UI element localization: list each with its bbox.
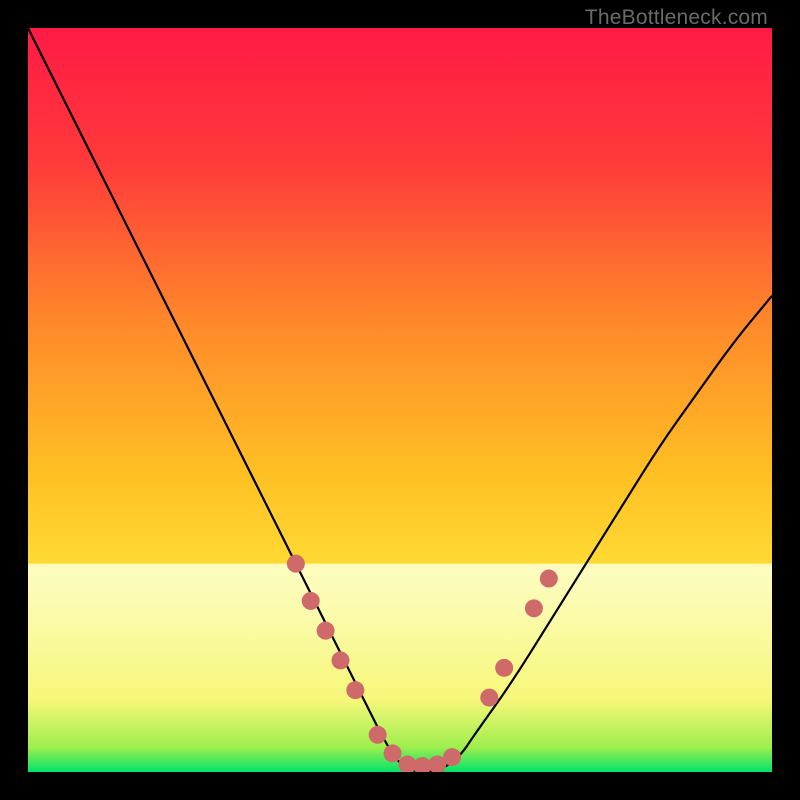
- watermark-text: TheBottleneck.com: [585, 6, 768, 30]
- chart-frame: [0, 0, 800, 800]
